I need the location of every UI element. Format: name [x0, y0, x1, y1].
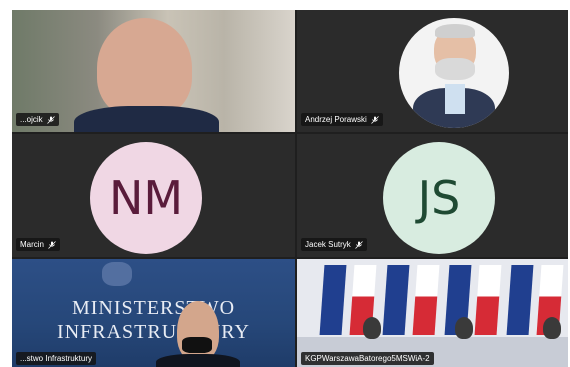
mic-muted-icon	[355, 240, 363, 249]
name-tag: ...stwo Infrastruktury	[16, 352, 97, 365]
mic-muted-icon	[48, 240, 56, 249]
participant-name: Marcin	[20, 240, 45, 249]
emblem-icon	[102, 262, 132, 286]
participant-name: KGPWarszawaBatorego5MSWiA-2	[305, 354, 430, 363]
participant-name: ...stwo Infrastruktury	[20, 354, 93, 363]
name-tag: Marcin	[16, 238, 61, 251]
name-tag: Andrzej Porawski	[301, 113, 383, 126]
participant-video-person	[97, 18, 192, 118]
participant-name: Jacek Sutryk	[305, 240, 351, 249]
participant-video-person	[363, 317, 381, 339]
name-tag: ...ojcik	[16, 113, 59, 126]
initials-avatar: NM	[90, 142, 202, 254]
participant-name: Andrzej Porawski	[305, 115, 367, 124]
initials-avatar: JS	[383, 142, 495, 254]
participant-tile-1[interactable]: ...ojcik	[12, 10, 295, 132]
participant-tile-6[interactable]: KGPWarszawaBatorego5MSWiA-2	[297, 259, 568, 367]
participant-video-person	[455, 317, 473, 339]
ministry-banner-line-2: INFRASTRUKTURY	[57, 321, 250, 343]
participant-tile-2[interactable]: Andrzej Porawski	[297, 10, 568, 132]
mic-muted-icon	[371, 115, 379, 124]
participant-tile-4[interactable]: JS Jacek Sutryk	[297, 134, 568, 257]
participant-suit	[156, 354, 240, 367]
participant-mask	[182, 337, 212, 353]
name-tag: KGPWarszawaBatorego5MSWiA-2	[301, 352, 434, 365]
name-tag: Jacek Sutryk	[301, 238, 367, 251]
participant-tile-5[interactable]: MINISTERSTWO INFRASTRUKTURY ...stwo Infr…	[12, 259, 295, 367]
ministry-banner-line-1: MINISTERSTWO	[71, 297, 236, 319]
mic-muted-icon	[46, 115, 55, 124]
participant-video-person	[543, 317, 561, 339]
video-grid: ...ojcik Andrzej Porawski NM Marcin JS J…	[12, 10, 568, 367]
participant-name: ...ojcik	[20, 115, 43, 124]
profile-photo	[399, 18, 509, 128]
participant-tile-3[interactable]: NM Marcin	[12, 134, 295, 257]
participant-suit	[74, 106, 219, 132]
